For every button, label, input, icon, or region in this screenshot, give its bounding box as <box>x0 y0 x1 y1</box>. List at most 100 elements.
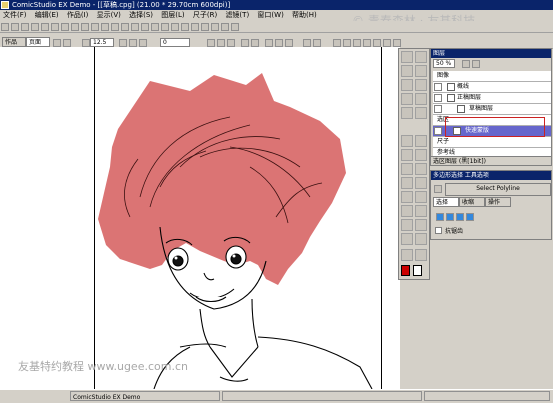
object-select-icon[interactable] <box>401 93 413 105</box>
tab-nav2-icon[interactable] <box>63 39 71 47</box>
zoom-tool-icon[interactable] <box>415 51 427 63</box>
menu-help[interactable]: 帮助(H) <box>289 10 320 21</box>
view-icon[interactable] <box>333 39 341 47</box>
angle-input[interactable]: 0 <box>160 38 190 47</box>
align-left-icon[interactable] <box>207 39 215 47</box>
dropdown-icon[interactable] <box>119 39 127 47</box>
hand-icon[interactable] <box>111 23 119 31</box>
select-icon[interactable] <box>171 23 179 31</box>
layer-icon[interactable] <box>161 23 169 31</box>
zoom-in-icon[interactable] <box>91 23 99 31</box>
background-color-swatch[interactable] <box>413 265 422 276</box>
copy-icon[interactable] <box>51 23 59 31</box>
pen-icon[interactable] <box>191 23 199 31</box>
layer-row[interactable]: 图像 <box>433 71 551 82</box>
move-icon[interactable] <box>285 39 293 47</box>
snap-icon[interactable] <box>303 39 311 47</box>
menu-ruler[interactable]: 尺子(R) <box>190 10 220 21</box>
flip-h-icon[interactable] <box>241 39 249 47</box>
zoom-nav-icon[interactable] <box>415 249 427 261</box>
antialias-checkbox[interactable] <box>435 227 442 234</box>
tab-shrink[interactable]: 收缩 <box>459 197 485 207</box>
layer-move-icon[interactable] <box>415 93 427 105</box>
flip-v-icon[interactable] <box>251 39 259 47</box>
menu-filter[interactable]: 滤镜(T) <box>222 10 252 21</box>
airbrush-tool-icon[interactable] <box>415 163 427 175</box>
select-polyline-button[interactable]: Select Polyline <box>445 183 551 196</box>
layer-row[interactable]: 正稿图层 <box>433 93 551 104</box>
pattern-tool-icon[interactable] <box>415 191 427 203</box>
view3-icon[interactable] <box>353 39 361 47</box>
selection-mode-subtract-icon[interactable] <box>456 213 464 221</box>
marker-tool-icon[interactable] <box>401 149 413 161</box>
tab-page[interactable]: 页面 <box>26 37 50 47</box>
text-tool-icon[interactable] <box>401 219 413 231</box>
brush-tool-icon[interactable] <box>401 163 413 175</box>
view4-icon[interactable] <box>363 39 371 47</box>
paste-icon[interactable] <box>61 23 69 31</box>
view6-icon[interactable] <box>383 39 391 47</box>
polyline-select-icon[interactable] <box>401 79 413 91</box>
eye-icon[interactable] <box>434 83 442 91</box>
select-rect-icon[interactable] <box>401 65 413 77</box>
zoom-out-icon[interactable] <box>101 23 109 31</box>
layers-zoom-field[interactable]: 50 % <box>433 59 455 68</box>
guide-icon[interactable] <box>313 39 321 47</box>
save-icon[interactable] <box>21 23 29 31</box>
align-right-icon[interactable] <box>227 39 235 47</box>
hand-nav-icon[interactable] <box>401 249 413 261</box>
new-file-icon[interactable] <box>1 23 9 31</box>
drawing-canvas[interactable] <box>0 47 400 389</box>
menu-select[interactable]: 选择(S) <box>126 10 156 21</box>
shape-icon[interactable] <box>129 39 137 47</box>
menu-layer[interactable]: 图层(L) <box>158 10 187 21</box>
tone-tool-icon[interactable] <box>401 191 413 203</box>
eye-icon[interactable] <box>434 94 442 102</box>
view5-icon[interactable] <box>373 39 381 47</box>
undo-icon[interactable] <box>71 23 79 31</box>
shape2-icon[interactable] <box>139 39 147 47</box>
foreground-color-swatch[interactable] <box>401 265 410 276</box>
tab-works[interactable]: 作品 <box>2 37 26 47</box>
fill-tool-icon[interactable] <box>401 177 413 189</box>
lasso-icon[interactable] <box>415 65 427 77</box>
move-tool-icon[interactable] <box>401 51 413 63</box>
selection-mode-intersect-icon[interactable] <box>466 213 474 221</box>
gradient-tool-icon[interactable] <box>415 177 427 189</box>
frame-tool-icon[interactable] <box>415 233 427 245</box>
curve-tool-icon[interactable] <box>415 205 427 217</box>
layer-row[interactable]: 尺子 <box>433 137 551 148</box>
eraser-icon[interactable] <box>201 23 209 31</box>
hand-tool-icon[interactable] <box>415 107 427 119</box>
tab-nav-icon[interactable] <box>53 39 61 47</box>
rotate-icon[interactable] <box>121 23 129 31</box>
menu-window[interactable]: 窗口(W) <box>254 10 286 21</box>
view7-icon[interactable] <box>393 39 401 47</box>
eye-icon[interactable] <box>434 127 442 135</box>
size-input[interactable]: 12.5 <box>90 38 114 47</box>
grid-icon[interactable] <box>141 23 149 31</box>
pen-tool-icon[interactable] <box>401 135 413 147</box>
menu-edit[interactable]: 编辑(E) <box>32 10 62 21</box>
selection-mode-add-icon[interactable] <box>446 213 454 221</box>
selection-mode-new-icon[interactable] <box>436 213 444 221</box>
fit-icon[interactable] <box>131 23 139 31</box>
pen-icon-small[interactable] <box>82 39 90 47</box>
align-center-icon[interactable] <box>217 39 225 47</box>
text-icon[interactable] <box>221 23 229 31</box>
line-tool-icon[interactable] <box>401 205 413 217</box>
layer-row[interactable]: 草稿图层 <box>433 104 551 115</box>
layer-row[interactable]: 概线 <box>433 82 551 93</box>
magic-wand-icon[interactable] <box>415 79 427 91</box>
menu-works[interactable]: 作品(I) <box>64 10 92 21</box>
new-layer-icon[interactable] <box>462 60 470 68</box>
view2-icon[interactable] <box>343 39 351 47</box>
pencil-tool-icon[interactable] <box>415 135 427 147</box>
open-file-icon[interactable] <box>11 23 19 31</box>
balloon-tool-icon[interactable] <box>415 219 427 231</box>
crop-icon[interactable] <box>401 107 413 119</box>
print-icon[interactable] <box>31 23 39 31</box>
ruler-icon[interactable] <box>151 23 159 31</box>
tab-select[interactable]: 选择 <box>433 197 459 207</box>
fill-icon[interactable] <box>211 23 219 31</box>
